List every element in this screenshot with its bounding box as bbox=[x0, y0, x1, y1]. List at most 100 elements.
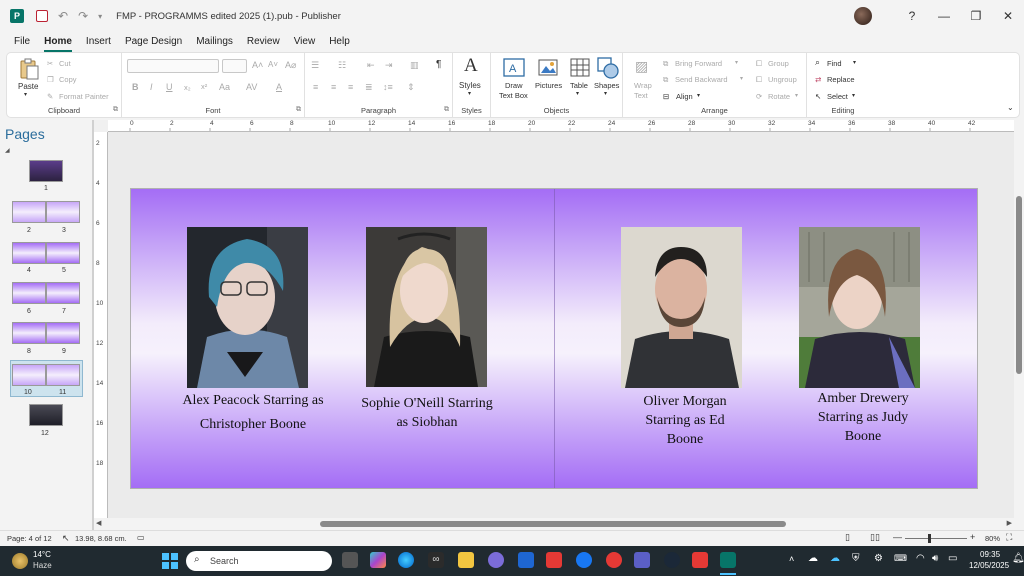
rotate-button[interactable]: Rotate bbox=[768, 92, 790, 101]
facebook-icon[interactable] bbox=[576, 552, 592, 568]
horizontal-scrollbar[interactable]: ◀ ▶ bbox=[94, 518, 1014, 530]
zoom-out-icon[interactable]: — bbox=[893, 532, 902, 542]
clock-time[interactable]: 09:35 bbox=[980, 550, 1000, 559]
tab-help[interactable]: Help bbox=[322, 32, 357, 52]
wrap-text-button[interactable]: Wrap bbox=[634, 81, 652, 90]
group-button[interactable]: Group bbox=[768, 59, 789, 68]
onedrive-blue-icon[interactable]: ☁ bbox=[830, 553, 840, 564]
edge-browser-icon[interactable] bbox=[398, 552, 414, 568]
page-thumbnail-1[interactable] bbox=[29, 160, 63, 182]
show-hidden-icons-icon[interactable]: ˄ bbox=[789, 554, 794, 564]
bold-icon[interactable]: B bbox=[132, 82, 139, 92]
page-thumbnail-2[interactable] bbox=[12, 201, 46, 223]
numbering-icon[interactable]: ☷ bbox=[338, 60, 346, 71]
copilot-icon[interactable] bbox=[370, 552, 386, 568]
styles-button[interactable]: Styles bbox=[459, 81, 481, 90]
onedrive-icon[interactable]: ☁ bbox=[808, 553, 818, 564]
clock-date[interactable]: 12/05/2025 bbox=[969, 561, 1009, 570]
styles-icon[interactable]: A bbox=[464, 55, 478, 77]
temperature[interactable]: 14°C bbox=[33, 550, 51, 559]
copy-icon[interactable]: ❐ bbox=[47, 75, 54, 84]
cast-photo-sophie[interactable] bbox=[366, 227, 487, 387]
font-name-input[interactable] bbox=[127, 59, 219, 73]
align-center-icon[interactable]: ≡ bbox=[331, 82, 336, 92]
vertical-scrollbar[interactable] bbox=[1014, 120, 1024, 530]
taskbar-search-box[interactable]: ⌕ Search bbox=[186, 551, 332, 571]
page-thumbnail-3[interactable] bbox=[46, 201, 80, 223]
format-painter-icon[interactable]: ✎ bbox=[47, 92, 53, 101]
scroll-right-icon[interactable]: ▶ bbox=[1007, 519, 1012, 527]
tab-mailings[interactable]: Mailings bbox=[189, 32, 240, 52]
font-launcher-icon[interactable]: ⧉ bbox=[296, 106, 301, 114]
page-thumbnail-4[interactable] bbox=[12, 242, 46, 264]
table-button[interactable]: Table bbox=[570, 81, 588, 90]
steam-tray-icon[interactable]: ⚙ bbox=[874, 553, 883, 564]
send-backward-button[interactable]: Send Backward bbox=[675, 75, 728, 84]
copy-button[interactable]: Copy bbox=[59, 75, 77, 84]
subscript-icon[interactable]: x₂ bbox=[184, 83, 191, 92]
find-button[interactable]: Find bbox=[827, 59, 842, 68]
page-thumbnail-7[interactable] bbox=[46, 282, 80, 304]
volume-icon[interactable]: 🔊︎ bbox=[932, 553, 938, 564]
font-size-input[interactable] bbox=[222, 59, 247, 73]
tab-home[interactable]: Home bbox=[37, 32, 79, 52]
zoom-in-icon[interactable]: + bbox=[970, 532, 975, 542]
superscript-icon[interactable]: x² bbox=[201, 82, 207, 91]
paste-icon[interactable] bbox=[19, 58, 39, 80]
page-thumbnail-10[interactable] bbox=[12, 364, 46, 386]
infinity-app-icon[interactable]: ∞ bbox=[428, 552, 444, 568]
line-spacing-icon[interactable]: ↕≡ bbox=[383, 82, 393, 92]
bring-forward-button[interactable]: Bring Forward bbox=[675, 59, 722, 68]
fit-page-icon[interactable]: ⛶ bbox=[1006, 532, 1012, 543]
weather-icon[interactable] bbox=[12, 553, 28, 569]
task-view-icon[interactable] bbox=[342, 552, 358, 568]
select-icon[interactable]: ↖ bbox=[815, 92, 821, 101]
wrap-text-icon[interactable]: ▨ bbox=[635, 58, 648, 75]
battery-icon[interactable]: ▭ bbox=[948, 553, 957, 564]
bullets-icon[interactable]: ☰ bbox=[311, 60, 319, 71]
cast-photo-amber[interactable] bbox=[799, 227, 920, 388]
document-canvas[interactable]: Alex Peacock Starring as Christopher Boo… bbox=[108, 132, 1014, 518]
shapes-button[interactable]: Shapes bbox=[594, 81, 619, 90]
wifi-icon[interactable]: ◠ bbox=[916, 553, 925, 564]
align-icon[interactable]: ⊟ bbox=[663, 92, 669, 101]
app-icon-purple[interactable] bbox=[488, 552, 504, 568]
teams-icon[interactable] bbox=[634, 552, 650, 568]
horizontal-ruler[interactable]: 0 2 4 6 8 10 12 14 16 18 20 22 24 26 28 … bbox=[108, 120, 1014, 132]
tab-file[interactable]: File bbox=[7, 32, 37, 52]
page-thumbnail-9[interactable] bbox=[46, 322, 80, 344]
paragraph-launcher-icon[interactable]: ⧉ bbox=[444, 106, 449, 114]
collapse-ribbon-icon[interactable]: ⌄ bbox=[1007, 103, 1014, 112]
clipboard-launcher-icon[interactable]: ⧉ bbox=[113, 106, 118, 114]
select-button[interactable]: Select bbox=[827, 92, 848, 101]
draw-text-box-icon[interactable]: A bbox=[503, 58, 525, 78]
close-button[interactable]: ✕ bbox=[992, 9, 1024, 23]
publisher-app-icon[interactable]: P bbox=[10, 9, 24, 23]
underline-icon[interactable]: U bbox=[166, 82, 173, 92]
page-thumbnail-5[interactable] bbox=[46, 242, 80, 264]
page-thumbnail-8[interactable] bbox=[12, 322, 46, 344]
change-case-icon[interactable]: Aa bbox=[219, 82, 230, 92]
zoom-level[interactable]: 80% bbox=[985, 534, 1000, 543]
ungroup-button[interactable]: Ungroup bbox=[768, 75, 797, 84]
outlook-new-icon[interactable] bbox=[518, 552, 534, 568]
rotate-icon[interactable]: ⟳ bbox=[756, 92, 762, 101]
page-thumbnail-11[interactable] bbox=[46, 364, 80, 386]
cut-button[interactable]: Cut bbox=[59, 59, 71, 68]
format-painter-button[interactable]: Format Painter bbox=[59, 92, 109, 101]
zoom-slider[interactable] bbox=[905, 538, 967, 539]
replace-icon[interactable]: ⇄ bbox=[815, 75, 821, 84]
customize-quick-access-icon[interactable]: ▾ bbox=[98, 12, 102, 21]
single-page-view-icon[interactable]: ▯ bbox=[845, 532, 850, 543]
columns-icon[interactable]: ▥ bbox=[410, 60, 419, 71]
user-avatar[interactable] bbox=[854, 7, 872, 25]
shrink-font-icon[interactable]: A˅ bbox=[268, 60, 278, 69]
cast-caption-amber[interactable]: Amber Drewery Starring as Judy Boone bbox=[789, 389, 937, 446]
cast-photo-alex[interactable] bbox=[187, 227, 308, 388]
tab-insert[interactable]: Insert bbox=[79, 32, 118, 52]
file-explorer-icon[interactable] bbox=[458, 552, 474, 568]
page-thumbnail-12[interactable] bbox=[29, 404, 63, 426]
pictures-icon[interactable] bbox=[538, 58, 560, 78]
undo-icon[interactable]: ↶ bbox=[58, 9, 68, 23]
find-icon[interactable]: ⌕ bbox=[815, 57, 820, 68]
